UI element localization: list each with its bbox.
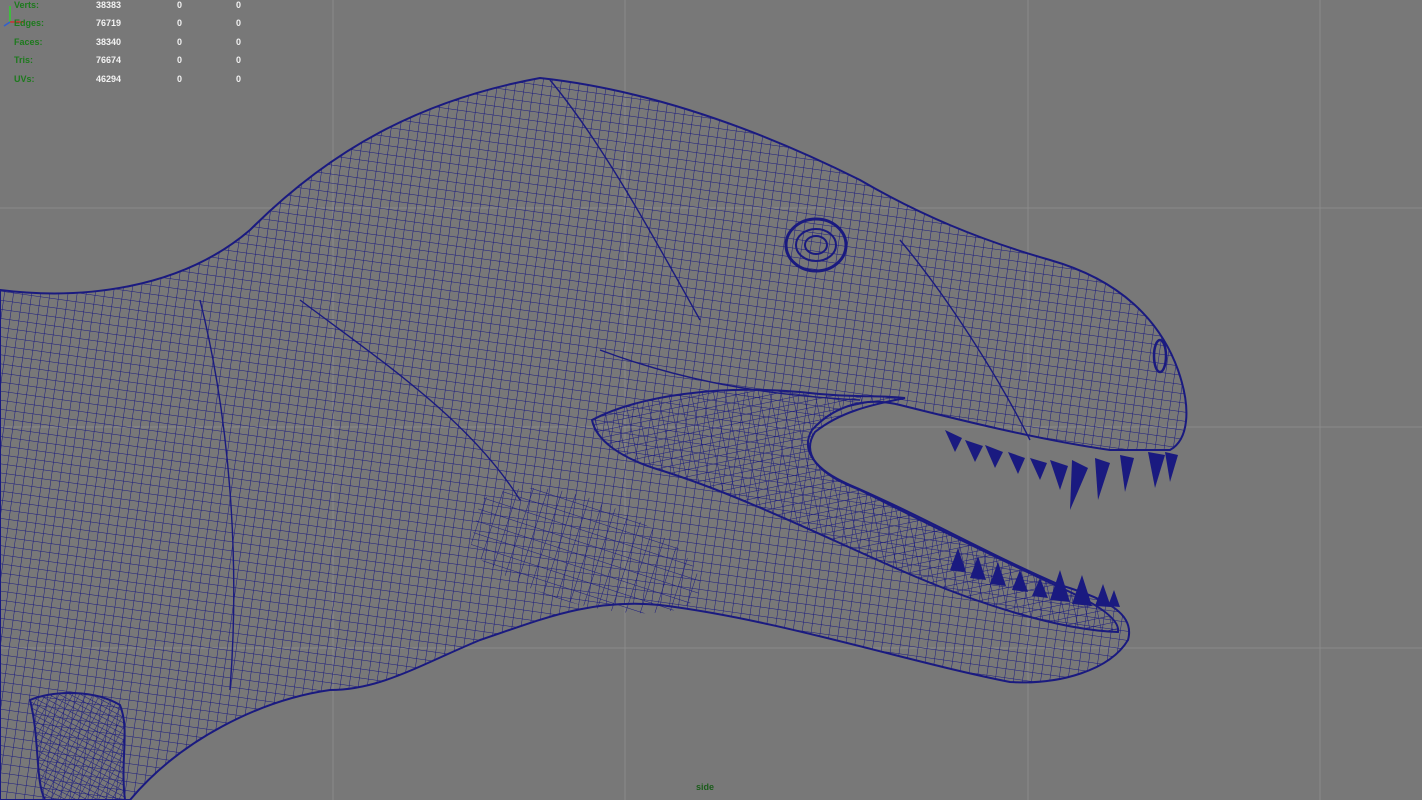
hud-label: Edges: xyxy=(14,18,45,28)
hud-value: 0 xyxy=(235,74,241,84)
hud-row-verts: Verts: 38383 0 0 xyxy=(0,0,260,12)
dinosaur-mesh xyxy=(0,76,1188,800)
hud-value: 76674 xyxy=(95,55,121,65)
hud-value: 0 xyxy=(176,74,182,84)
hud-value: 38383 xyxy=(95,0,121,10)
hud-value: 0 xyxy=(235,37,241,47)
hud-value: 0 xyxy=(176,18,182,28)
hud-value: 0 xyxy=(235,0,241,10)
hud-value: 38340 xyxy=(95,37,121,47)
hud-value: 0 xyxy=(235,18,241,28)
hud-value: 0 xyxy=(176,55,182,65)
hud-label: UVs: xyxy=(14,74,35,84)
viewport-panel[interactable] xyxy=(0,0,1422,800)
hud-value: 76719 xyxy=(95,18,121,28)
head-neck-surface xyxy=(0,76,1188,800)
hud-label: Tris: xyxy=(14,55,34,65)
leg-stub xyxy=(28,692,127,800)
hud-row-tris: Tris: 76674 0 0 xyxy=(0,55,260,67)
hud-row-faces: Faces: 38340 0 0 xyxy=(0,37,260,49)
camera-name-label: side xyxy=(695,782,714,792)
hud-value: 46294 xyxy=(95,74,121,84)
hud-row-uvs: UVs: 46294 0 0 xyxy=(0,74,260,86)
hud-row-edges: Edges: 76719 0 0 xyxy=(0,18,260,30)
hud-value: 0 xyxy=(176,0,182,10)
wireframe-model[interactable] xyxy=(0,0,1422,800)
hud-value: 0 xyxy=(235,55,241,65)
hud-label: Faces: xyxy=(14,37,43,47)
hud-value: 0 xyxy=(176,37,182,47)
hud-label: Verts: xyxy=(14,0,40,10)
